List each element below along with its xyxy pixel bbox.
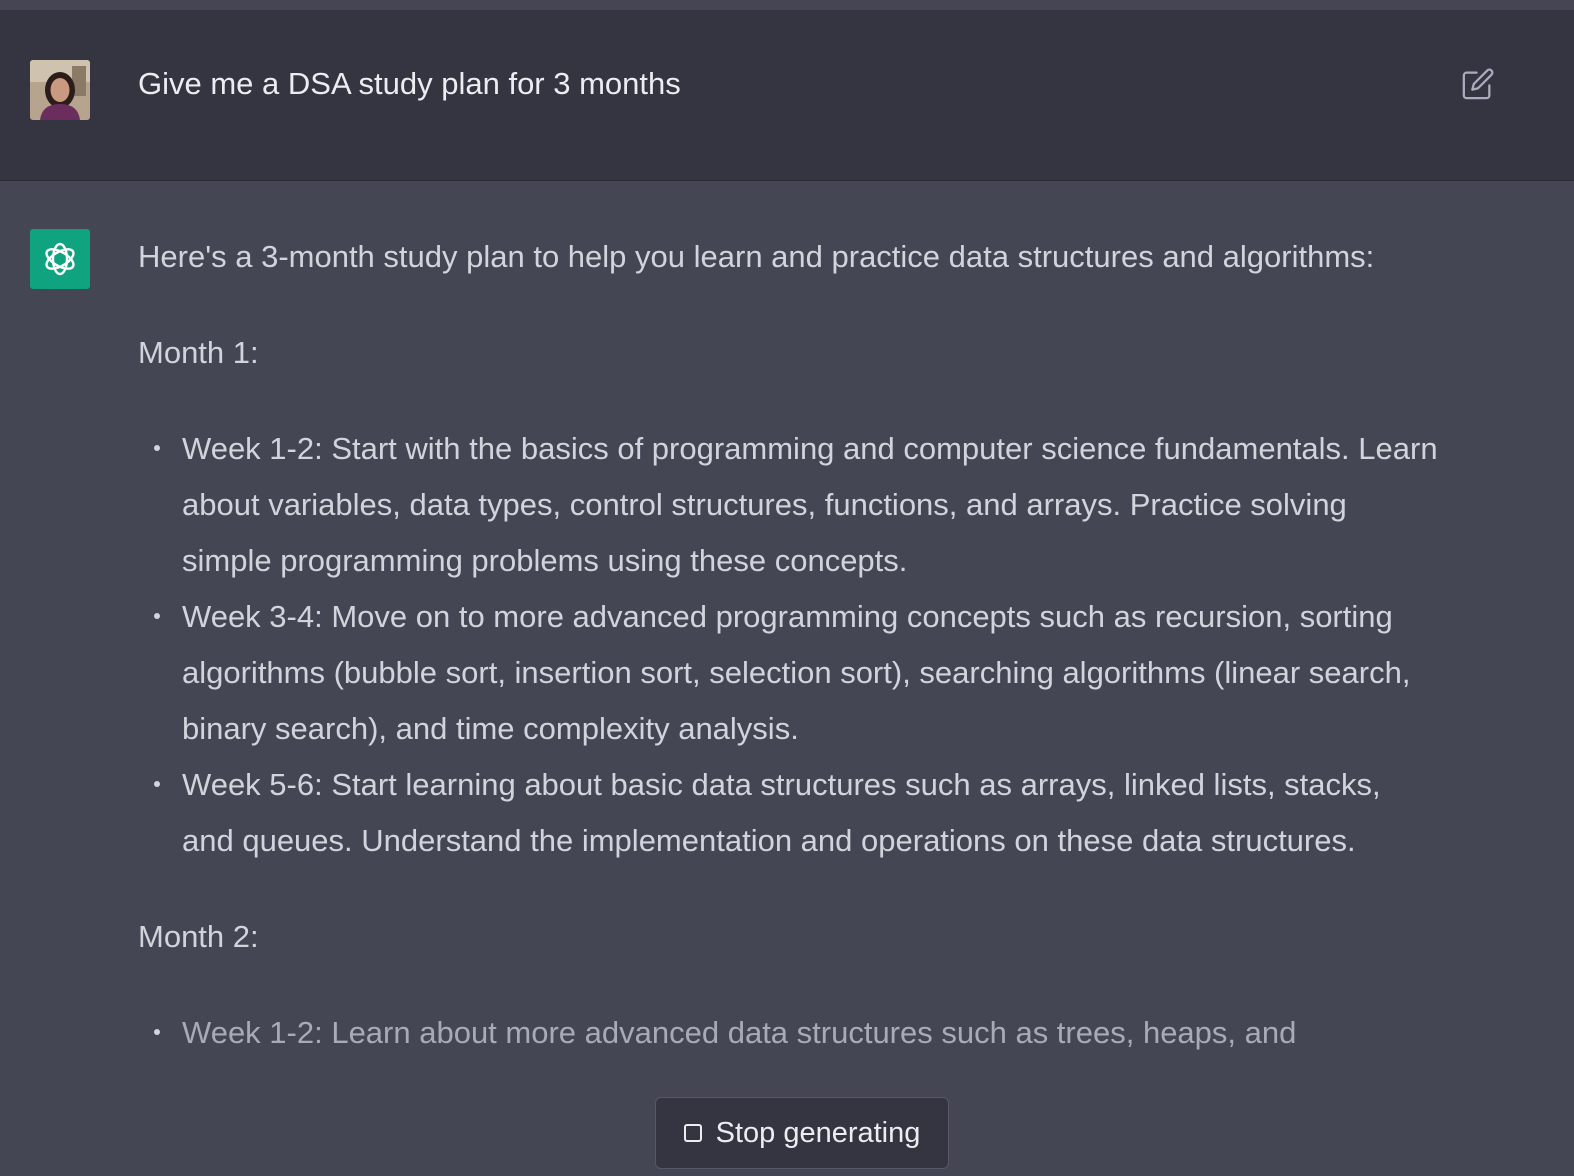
user-avatar [30,60,90,120]
stop-generating-button[interactable]: Stop generating [655,1097,949,1169]
openai-logo-icon [30,229,90,289]
assistant-message-body: Here's a 3-month study plan to help you … [138,229,1438,1101]
list-item: Week 5-6: Start learning about basic dat… [154,757,1438,869]
month-1-heading: Month 1: [138,335,259,370]
list-item: Week 3-4: Move on to more advanced progr… [154,589,1438,757]
top-strip [0,0,1574,10]
list-item: Week 1-2: Start with the basics of progr… [154,421,1438,589]
list-item: Week 1-2: Learn about more advanced data… [154,1005,1438,1061]
assistant-message-row: Here's a 3-month study plan to help you … [0,181,1574,1176]
edit-icon[interactable] [1461,67,1495,101]
month-2-heading: Month 2: [138,919,259,954]
user-message-row: Give me a DSA study plan for 3 months [0,10,1574,181]
stop-square-icon [683,1124,702,1142]
month-2-list: Week 1-2: Learn about more advanced data… [138,1005,1438,1061]
month-1-list: Week 1-2: Start with the basics of progr… [138,421,1438,869]
stop-generating-label: Stop generating [715,1116,921,1149]
user-prompt-text: Give me a DSA study plan for 3 months [138,66,681,101]
assistant-intro-text: Here's a 3-month study plan to help you … [138,239,1375,274]
